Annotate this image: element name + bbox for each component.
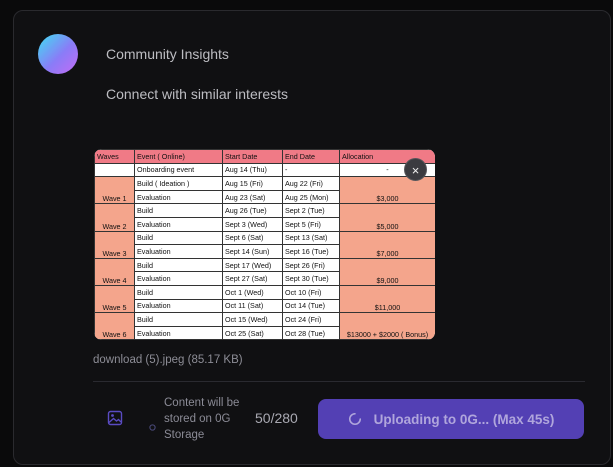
event-cell: Evaluation: [134, 189, 223, 205]
header-end-date: End Date: [282, 149, 340, 164]
close-icon: ×: [411, 163, 420, 178]
end-cell: Sept 16 (Tue): [282, 244, 340, 259]
schedule-table: Waves Event ( Online) Start Date End Dat…: [94, 149, 435, 340]
alloc-cell: $13000 + $2000 ( Bonus): [339, 312, 435, 340]
end-cell: Sept 2 (Tue): [282, 203, 340, 218]
start-cell: Aug 15 (Fri): [222, 176, 283, 191]
start-cell: Oct 15 (Wed): [222, 312, 283, 327]
event-cell: Build: [134, 257, 223, 273]
table-row: Wave 4 Build Sept 17 (Wed) Sept 26 (Fri) $9,…: [94, 257, 435, 286]
table-row: Wave 6 Build Oct 15 (Wed) Oct 24 (Fri) $1300…: [94, 312, 435, 340]
event-cell: Build: [134, 284, 223, 300]
attachment-image: Waves Event ( Online) Start Date End Dat…: [94, 149, 435, 340]
event-cell: Build: [134, 203, 223, 218]
start-cell: Sept 6 (Sat): [222, 230, 283, 246]
header-waves: Waves: [94, 149, 135, 164]
start-cell: Aug 14 (Thu): [222, 162, 283, 178]
header-start-date: Start Date: [222, 149, 283, 164]
end-cell: Oct 10 (Fri): [282, 284, 340, 300]
alloc-cell: $11,000: [339, 284, 435, 314]
end-cell: Oct 14 (Tue): [282, 298, 340, 314]
start-cell: Aug 23 (Sat): [222, 189, 283, 205]
wave-cell: Wave 3: [94, 230, 135, 259]
event-cell: Build: [134, 312, 223, 327]
event-cell: Evaluation: [134, 298, 223, 314]
start-cell: Oct 11 (Sat): [222, 298, 283, 314]
event-cell: Evaluation: [134, 271, 223, 286]
start-cell: Sept 27 (Sat): [222, 271, 283, 286]
wave-cell: Wave 6: [94, 312, 135, 340]
alloc-cell: $7,000: [339, 230, 435, 259]
post-composer-card: Community Insights Connect with similar …: [13, 10, 611, 465]
table-header-row: Waves Event ( Online) Start Date End Dat…: [94, 149, 435, 164]
post-title[interactable]: Community Insights: [106, 46, 229, 62]
header-event: Event ( Online): [134, 149, 223, 164]
storage-note: Content will be stored on 0G Storage: [164, 397, 240, 441]
wave-cell: Wave 4: [94, 257, 135, 286]
attachment-filename: download (5).jpeg (85.17 KB): [93, 354, 243, 366]
event-cell: Evaluation: [134, 244, 223, 259]
event-cell: Evaluation: [134, 325, 223, 340]
end-cell: Oct 24 (Fri): [282, 312, 340, 327]
table-row: Wave 5 Build Oct 1 (Wed) Oct 10 (Fri) $11,00…: [94, 284, 435, 314]
table-row: Wave 1 Build ( Ideation ) Aug 15 (Fri) Aug …: [94, 176, 435, 205]
start-cell: Sept 3 (Wed): [222, 216, 283, 232]
end-cell: Aug 22 (Fri): [282, 176, 340, 191]
event-cell: Evaluation: [134, 216, 223, 232]
start-cell: Sept 14 (Sun): [222, 244, 283, 259]
storage-icon: [149, 424, 156, 431]
spinner-icon: [348, 412, 361, 425]
event-cell: Build ( Ideation ): [134, 176, 223, 191]
avatar: [38, 34, 78, 74]
event-cell: Onboarding event: [134, 162, 223, 178]
upload-button[interactable]: Uploading to 0G... (Max 45s): [318, 399, 584, 439]
start-cell: Sept 17 (Wed): [222, 257, 283, 273]
start-cell: Aug 26 (Tue): [222, 203, 283, 218]
end-cell: Aug 25 (Mon): [282, 189, 340, 205]
start-cell: Oct 1 (Wed): [222, 284, 283, 300]
table-row: Onboarding event Aug 14 (Thu) - -: [94, 162, 435, 178]
post-subtitle[interactable]: Connect with similar interests: [106, 86, 288, 102]
image-icon[interactable]: [107, 410, 123, 426]
event-cell: Build: [134, 230, 223, 246]
end-cell: Sept 5 (Fri): [282, 216, 340, 232]
wave-cell: Wave 1: [94, 176, 135, 205]
divider: [93, 381, 585, 382]
wave-cell: [94, 162, 135, 178]
table-row: Wave 3 Build Sept 6 (Sat) Sept 13 (Sat) $7,0…: [94, 230, 435, 259]
table-row: Wave 2 Build Aug 26 (Tue) Sept 2 (Tue) $5,00…: [94, 203, 435, 232]
alloc-cell: $3,000: [339, 176, 435, 205]
end-cell: Oct 28 (Tue): [282, 325, 340, 340]
wave-cell: Wave 5: [94, 284, 135, 314]
character-counter: 50/280: [255, 410, 298, 426]
wave-cell: Wave 2: [94, 203, 135, 232]
upload-button-label: Uploading to 0G... (Max 45s): [373, 411, 555, 427]
end-cell: -: [282, 162, 340, 178]
start-cell: Oct 25 (Sat): [222, 325, 283, 340]
end-cell: Sept 13 (Sat): [282, 230, 340, 246]
remove-attachment-button[interactable]: ×: [404, 158, 427, 181]
alloc-cell: $5,000: [339, 203, 435, 232]
end-cell: Sept 30 (Tue): [282, 271, 340, 286]
alloc-cell: $9,000: [339, 257, 435, 286]
end-cell: Sept 26 (Fri): [282, 257, 340, 273]
